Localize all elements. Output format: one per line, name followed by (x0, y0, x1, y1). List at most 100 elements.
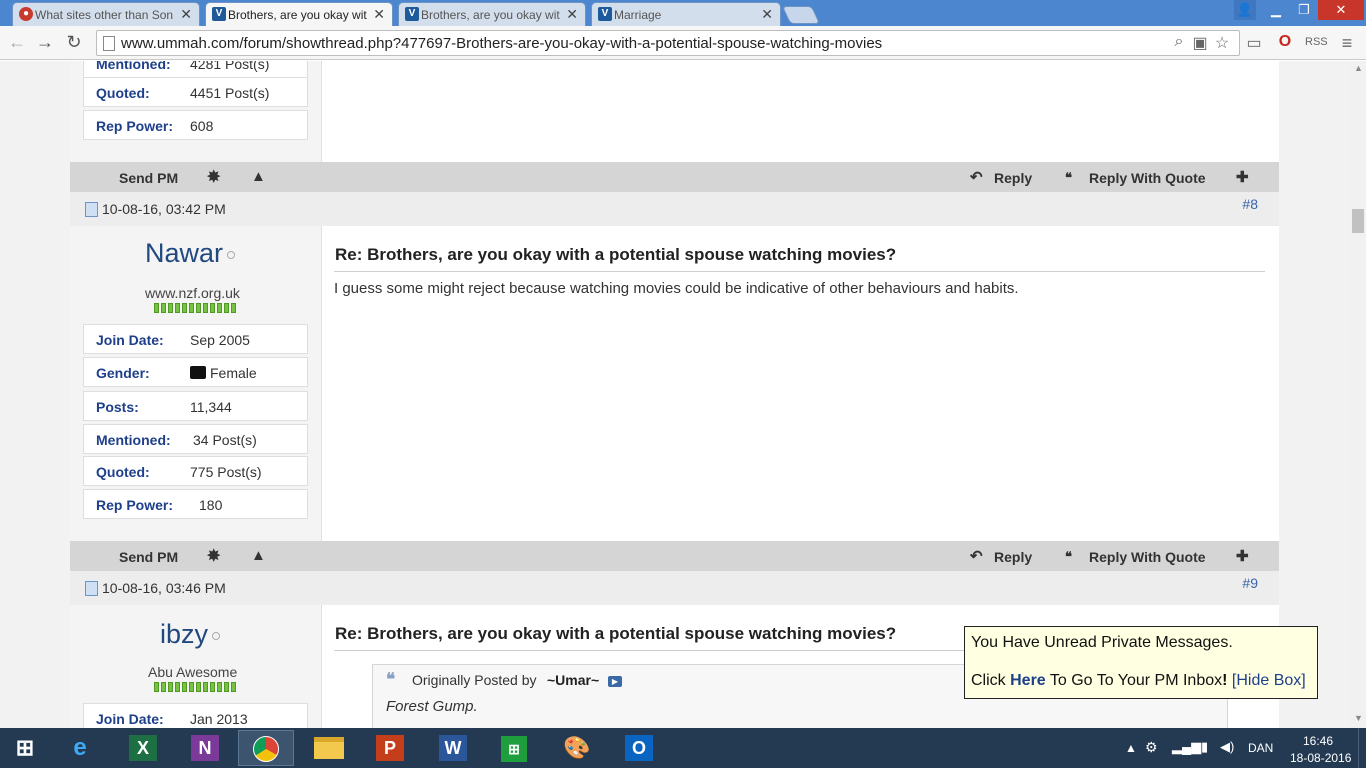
pm-exclamation: ! (1222, 672, 1228, 689)
quoted-value[interactable]: 775 Post(s) (190, 464, 262, 480)
close-icon[interactable]: ✕ (761, 6, 773, 23)
user-title: Abu Awesome (148, 664, 238, 680)
close-icon[interactable]: ✕ (180, 6, 192, 23)
mentioned-value[interactable]: 34 Post(s) (193, 432, 257, 448)
join-date-label: Join Date: (96, 332, 164, 348)
mentioned-row: Mentioned: 34 Post(s) (83, 424, 308, 454)
post-9-header: 10-08-16, 03:46 PM #9 (70, 571, 1279, 605)
internet-explorer-icon[interactable]: e (52, 730, 108, 766)
reputation-bar (154, 303, 236, 313)
post-9-userinfo: ibzy Abu Awesome Join Date: Jan 2013 (70, 605, 322, 728)
quoted-value[interactable]: 4451 Post(s) (190, 85, 269, 101)
post-8-content (322, 226, 1279, 541)
battery-icon[interactable]: ▮ (1201, 739, 1208, 755)
steam-icon[interactable]: ⚙ (1145, 739, 1158, 756)
reply-button[interactable]: Reply (994, 170, 1032, 186)
send-pm-button[interactable]: Send PM (119, 170, 178, 186)
pm-inbox-text: To Go To Your PM Inbox (1049, 672, 1223, 689)
close-window-button[interactable]: ✕ (1318, 0, 1364, 20)
username-link[interactable]: Nawar (145, 238, 236, 269)
post-body-text: I guess some might reject because watchi… (334, 280, 1019, 297)
mentioned-label: Mentioned: (96, 61, 171, 72)
rss-extension-icon[interactable]: RSS (1305, 36, 1328, 48)
join-date-label: Join Date: (96, 711, 164, 727)
multi-quote-icon[interactable]: ✚ (1236, 168, 1249, 186)
windows-start-icon[interactable]: ⊞ (0, 730, 50, 766)
view-post-icon[interactable]: ▶ (608, 676, 622, 687)
tab-4[interactable]: V Marriage ✕ (591, 2, 781, 26)
show-hidden-icons[interactable]: ▲ (1125, 741, 1137, 755)
offline-status-icon (227, 250, 236, 259)
star-icon[interactable]: ✸ (207, 167, 220, 187)
scroll-down-icon[interactable]: ▼ (1354, 713, 1363, 723)
join-date-row: Join Date: Jan 2013 (83, 703, 308, 728)
post-date: 10-08-16, 03:46 PM (102, 580, 226, 596)
scroll-up-icon[interactable]: ▲ (1354, 63, 1363, 73)
post-number-link[interactable]: #8 (1242, 196, 1258, 212)
post-number-link[interactable]: #9 (1242, 575, 1258, 591)
reload-icon[interactable]: ↻ (63, 31, 85, 53)
mentioned-value[interactable]: 4281 Post(s) (190, 61, 269, 72)
translate-icon[interactable]: ▣ (1189, 33, 1211, 53)
powerpoint-icon[interactable]: P (362, 730, 418, 766)
profile-icon[interactable]: 👤 (1234, 0, 1256, 20)
bookmark-star-icon[interactable]: ☆ (1211, 33, 1233, 53)
join-date-row: Join Date: Sep 2005 (83, 324, 308, 354)
clock-date[interactable]: 18-08-2016 (1290, 751, 1351, 765)
show-desktop-button[interactable] (1358, 728, 1366, 768)
username-text[interactable]: Nawar (145, 238, 223, 268)
menu-icon[interactable]: ≡ (1336, 33, 1358, 54)
scrollbar-thumb[interactable] (1352, 209, 1364, 233)
join-date-value: Jan 2013 (190, 711, 248, 727)
paint-icon[interactable]: 🎨 (549, 730, 605, 766)
zoom-icon[interactable]: ⌕ (1168, 33, 1190, 51)
close-icon[interactable]: ✕ (566, 6, 578, 23)
word-icon[interactable]: W (425, 730, 481, 766)
reputation-bar (154, 682, 236, 692)
network-signal-icon[interactable]: ▂▄▆ (1172, 739, 1201, 755)
reply-with-quote-button[interactable]: Reply With Quote (1089, 549, 1206, 565)
star-icon[interactable]: ✸ (207, 546, 220, 566)
language-indicator[interactable]: DAN (1248, 741, 1273, 755)
cast-icon[interactable]: ▭ (1243, 33, 1265, 53)
opera-extension-icon[interactable]: O (1274, 33, 1296, 51)
post-8-userinfo: Nawar www.nzf.org.uk Join Date: Sep 2005… (70, 226, 322, 541)
post-8-header: 10-08-16, 03:42 PM #8 (70, 192, 1279, 226)
chrome-icon[interactable] (238, 730, 294, 766)
outlook-icon[interactable]: O (611, 730, 667, 766)
username-link[interactable]: ibzy (160, 619, 221, 650)
unread-pm-popup: You Have Unread Private Messages. Click … (964, 626, 1318, 699)
tab-3[interactable]: V Brothers, are you okay wit ✕ (398, 2, 586, 26)
title-divider (334, 271, 1265, 272)
tab-title: Brothers, are you okay wit (421, 8, 560, 22)
report-warning-icon[interactable]: ▲ (251, 168, 266, 185)
store-icon[interactable]: ⊞ (486, 730, 542, 766)
volume-icon[interactable]: ◀) (1220, 739, 1234, 755)
file-explorer-icon[interactable] (301, 730, 357, 766)
send-pm-button[interactable]: Send PM (119, 549, 178, 565)
report-warning-icon[interactable]: ▲ (251, 547, 266, 564)
scrollbar[interactable]: ▲ ▼ (1350, 61, 1366, 728)
tab-1[interactable]: ● What sites other than Son ✕ (12, 2, 200, 26)
excel-icon[interactable]: X (115, 730, 171, 766)
multi-quote-icon[interactable]: ✚ (1236, 547, 1249, 565)
pm-inbox-link[interactable]: Here (1010, 672, 1046, 689)
back-icon[interactable]: ← (6, 31, 28, 53)
reply-arrow-icon: ↶ (970, 548, 983, 565)
reply-button[interactable]: Reply (994, 549, 1032, 565)
onenote-icon[interactable]: N (177, 730, 233, 766)
tab-title: What sites other than Son (35, 8, 174, 22)
minimize-button[interactable]: ▁ (1262, 0, 1290, 20)
forward-icon[interactable]: → (34, 31, 56, 53)
reply-with-quote-button[interactable]: Reply With Quote (1089, 170, 1206, 186)
offline-status-icon (212, 631, 221, 640)
post-icon (85, 581, 98, 596)
hide-box-link[interactable]: [Hide Box] (1232, 672, 1306, 689)
username-text[interactable]: ibzy (160, 619, 208, 649)
close-icon[interactable]: ✕ (373, 6, 385, 23)
restore-button[interactable]: ❐ (1290, 0, 1318, 20)
quote-text: Forest Gump. (386, 698, 478, 715)
address-bar[interactable]: www.ummah.com/forum/showthread.php?47769… (96, 30, 1240, 56)
clock-time[interactable]: 16:46 (1303, 734, 1333, 748)
tab-2[interactable]: V Brothers, are you okay wit ✕ (205, 2, 393, 26)
